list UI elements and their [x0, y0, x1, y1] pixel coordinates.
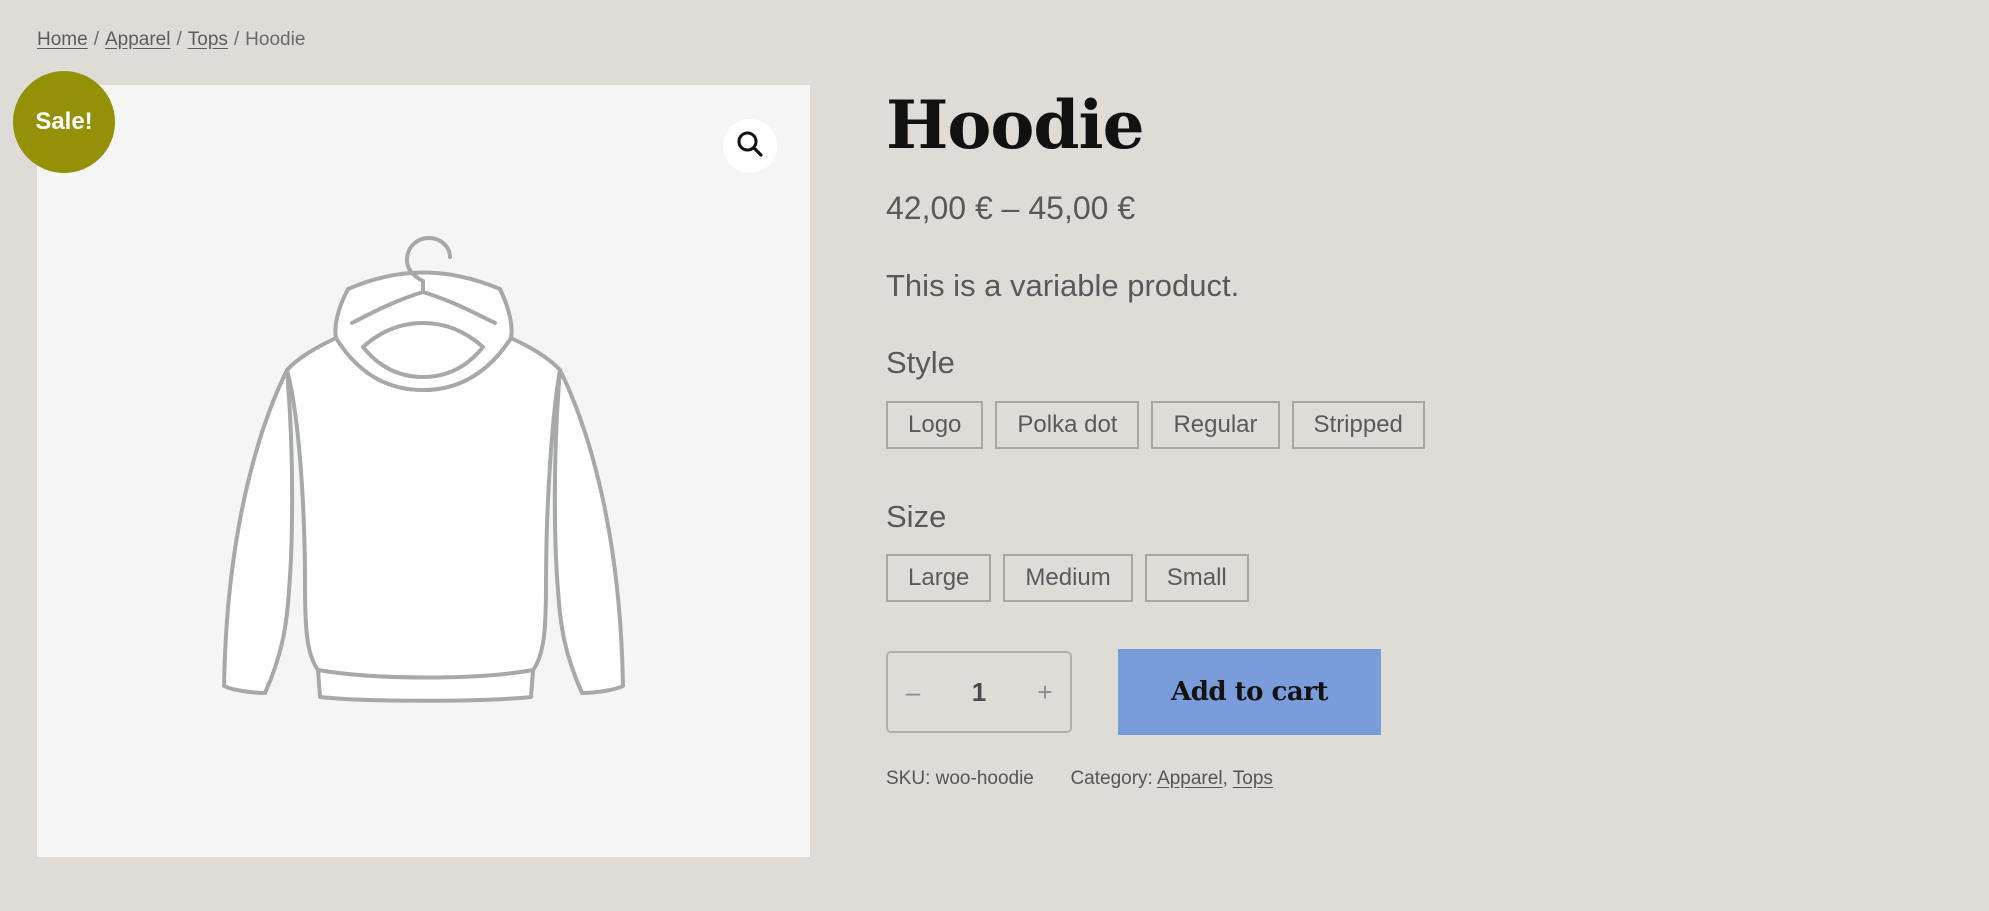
- add-to-cart-button[interactable]: Add to cart: [1118, 649, 1381, 735]
- quantity-increase-button[interactable]: +: [1034, 677, 1056, 708]
- breadcrumb: Home / Apparel / Tops / Hoodie: [37, 29, 305, 51]
- sku-label: SKU:: [886, 768, 931, 789]
- style-label: Style: [886, 345, 955, 380]
- size-option-small[interactable]: Small: [1144, 554, 1249, 602]
- quantity-stepper: – 1 +: [886, 651, 1072, 733]
- product-gallery: [37, 85, 810, 857]
- style-option-polka-dot[interactable]: Polka dot: [995, 401, 1140, 449]
- category-link-apparel[interactable]: Apparel: [1157, 768, 1223, 789]
- product-description: This is a variable product.: [886, 268, 1240, 303]
- size-option-large[interactable]: Large: [886, 554, 992, 602]
- sale-badge-label: Sale!: [35, 108, 93, 135]
- breadcrumb-current: Hoodie: [245, 29, 306, 50]
- breadcrumb-link-tops[interactable]: Tops: [188, 29, 228, 50]
- product-title: Hoodie: [886, 86, 1145, 164]
- category-label: Category:: [1070, 768, 1153, 789]
- category-separator: ,: [1222, 768, 1228, 789]
- category-link-tops[interactable]: Tops: [1233, 768, 1273, 789]
- size-option-medium[interactable]: Medium: [1003, 554, 1133, 602]
- breadcrumb-link-apparel[interactable]: Apparel: [105, 29, 171, 50]
- breadcrumb-link-home[interactable]: Home: [37, 29, 88, 50]
- product-meta: SKU: woo-hoodie Category: Apparel, Tops: [886, 768, 1273, 790]
- zoom-button[interactable]: [723, 119, 777, 173]
- hoodie-image[interactable]: [37, 85, 810, 857]
- breadcrumb-separator: /: [93, 29, 99, 50]
- product-price: 42,00 € – 45,00 €: [886, 190, 1136, 226]
- style-option-logo[interactable]: Logo: [886, 401, 984, 449]
- quantity-value[interactable]: 1: [972, 677, 986, 708]
- sale-badge: Sale!: [13, 71, 115, 173]
- style-option-stripped[interactable]: Stripped: [1291, 401, 1425, 449]
- style-options: Logo Polka dot Regular Stripped: [886, 401, 1425, 449]
- size-label: Size: [886, 499, 947, 534]
- sku-value: woo-hoodie: [935, 768, 1034, 789]
- style-option-regular[interactable]: Regular: [1151, 401, 1280, 449]
- magnifier-icon: [736, 130, 764, 163]
- quantity-decrease-button[interactable]: –: [902, 677, 924, 708]
- breadcrumb-separator: /: [233, 29, 240, 50]
- size-options: Large Medium Small: [886, 554, 1249, 602]
- breadcrumb-separator: /: [176, 29, 182, 50]
